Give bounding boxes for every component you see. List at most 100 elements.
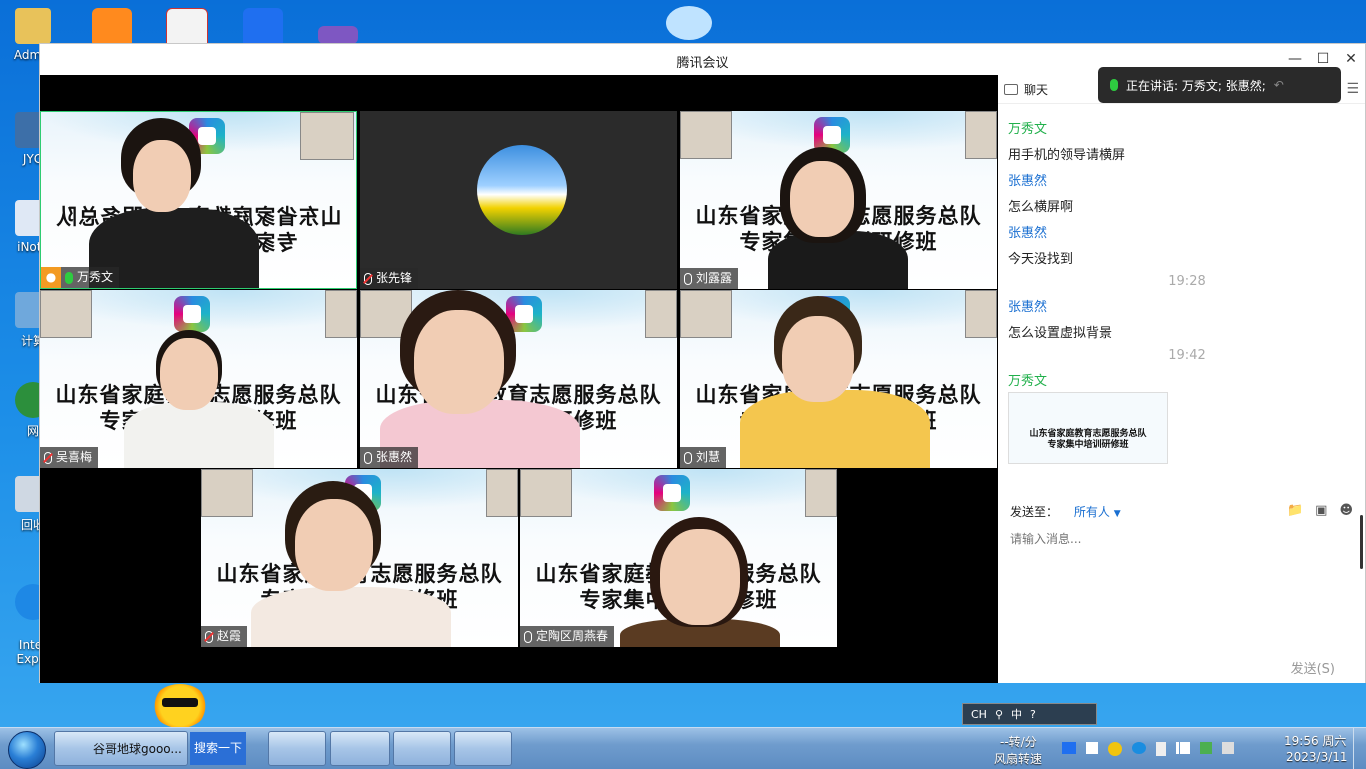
taskbar-explorer[interactable] <box>330 731 390 766</box>
taskbar-ie-window[interactable]: 谷哥地球gooo... <box>54 731 188 766</box>
person-face <box>660 529 740 625</box>
clock-time[interactable]: 19:56 周六 <box>1284 732 1346 749</box>
presenter-thumbnail <box>520 469 572 517</box>
tencent-meeting-tray-icon[interactable] <box>1062 742 1076 754</box>
person-face <box>782 316 854 402</box>
notice-icon[interactable]: ▣ <box>1315 503 1327 518</box>
mic-icon <box>524 630 532 643</box>
minimize-button[interactable]: — <box>1283 50 1307 68</box>
message-text: 怎么横屏啊 <box>1008 200 1074 215</box>
sun-sticker-icon <box>152 684 208 728</box>
taskbar-wechat[interactable] <box>268 731 326 766</box>
presenter-thumbnail <box>965 111 997 159</box>
speaking-indicator: 正在讲话: 万秀文; 张惠然; ↶ <box>1098 67 1341 103</box>
message-timestamp: 19:42 <box>1168 348 1206 363</box>
video-tile-zhang-huiran[interactable]: 山东省家庭教育志愿服务总队 专家集中培训研修班 张惠然 <box>360 290 677 468</box>
mic-muted-icon <box>364 272 372 285</box>
presenter-thumbnail <box>645 290 677 338</box>
host-badge-icon: ● <box>41 267 61 288</box>
purple-app-icon[interactable] <box>318 26 358 44</box>
send-to-selector[interactable]: 发送至： 所有人 ▼ <box>1010 503 1121 520</box>
wps-pdf-app-icon[interactable] <box>92 8 132 48</box>
close-button[interactable]: ✕ <box>1339 50 1363 68</box>
person-face <box>295 499 373 591</box>
taskbar-search-button[interactable]: 搜索一下 <box>190 732 246 765</box>
plus-circle-icon[interactable] <box>1108 742 1122 756</box>
participant-avatar <box>477 145 567 235</box>
taskbar-easicare[interactable] <box>393 731 451 766</box>
message-sender: 万秀文 <box>1008 122 1048 137</box>
tencent-meeting-window: 腾讯会议 — ☐ ✕ 山东省家庭教育志愿服务总队 专家集中培训研修班 ● 万秀文 <box>39 43 1366 683</box>
video-tile-wan-xiuwen[interactable]: 山东省家庭教育志愿服务总队 专家集中培训研修班 ● 万秀文 <box>40 111 357 289</box>
image-caption: 山东省家庭教育志愿服务总队 专家集中培训研修班 <box>1029 429 1147 450</box>
show-desktop-button[interactable] <box>1353 728 1366 769</box>
network-bird-icon[interactable] <box>1132 742 1146 754</box>
message-sender: 张惠然 <box>1008 226 1048 241</box>
participant-name-bar: 张惠然 <box>360 447 419 468</box>
participant-name-bar: 赵霞 <box>201 626 248 647</box>
presenter-thumbnail <box>300 112 354 160</box>
menu-icon[interactable]: ☰ <box>1346 81 1359 97</box>
help-icon[interactable]: ? <box>1030 708 1036 721</box>
file-icon[interactable]: 📁 <box>1287 503 1303 518</box>
presenter-thumbnail <box>325 290 357 338</box>
mic-muted-icon <box>44 451 52 464</box>
education-tv-logo-icon <box>174 296 210 332</box>
participant-name-bar: 刘露露 <box>680 268 739 289</box>
message-text: 用手机的领导请横屏 <box>1008 148 1126 163</box>
mic-active-icon <box>1110 79 1118 91</box>
flag-icon[interactable] <box>1200 742 1212 754</box>
person-face <box>790 161 854 237</box>
presenter-thumbnail <box>680 290 732 338</box>
video-tile-zhang-xianfeng[interactable]: 张先锋 <box>360 111 677 289</box>
person-body <box>251 587 451 647</box>
video-grid: 山东省家庭教育志愿服务总队 专家集中培训研修班 ● 万秀文 张先锋 山东 <box>40 75 998 683</box>
dropdown-arrow-icon: ▼ <box>1113 509 1121 519</box>
no-flag-icon[interactable] <box>1086 742 1098 754</box>
message-image[interactable]: 山东省家庭教育志愿服务总队 专家集中培训研修班 <box>1008 392 1168 464</box>
video-tile-wu-ximei[interactable]: 山东省家庭教育志愿服务总队 专家集中培训研修班 吴喜梅 <box>40 290 357 468</box>
chat-input[interactable] <box>1008 527 1352 551</box>
chat-message-list: 万秀文 用手机的领导请横屏 张惠然 怎么横屏啊 张惠然 今天没找到 19:28 … <box>998 103 1365 475</box>
education-tv-logo-icon <box>654 475 690 511</box>
message-sender: 张惠然 <box>1008 300 1048 315</box>
video-tile-liu-lulu[interactable]: 山东省家庭教育志愿服务总队 专家集中培训研修班 刘露露 <box>680 111 997 289</box>
message-text: 今天没找到 <box>1008 252 1074 267</box>
net-speed: --转/分 <box>1000 735 1037 749</box>
maximize-button[interactable]: ☐ <box>1311 50 1335 68</box>
chat-bubble-icon <box>1004 83 1018 95</box>
taskbar-tencent-meeting[interactable] <box>454 731 512 766</box>
scrollbar[interactable] <box>1360 515 1363 569</box>
mic-icon <box>684 451 692 464</box>
search-icon[interactable]: ⚲ <box>995 708 1003 721</box>
chat-panel: 聊天 ☰ 正在讲话: 万秀文; 张惠然; ↶ 万秀文 用手机的领导请横屏 张惠然… <box>998 67 1365 683</box>
video-tile-liu-hui[interactable]: 山东省家庭教育志愿服务总队 专家集中培训研修班 刘慧 <box>680 290 997 468</box>
user-icon[interactable]: ☻ <box>1339 503 1353 518</box>
send-button[interactable]: 发送(S) <box>1291 658 1335 677</box>
video-tile-zhou-yanchun[interactable]: 山东省家庭教育志愿服务总队 专家集中培训研修班 定陶区周燕春 <box>520 469 837 647</box>
mic-muted-icon <box>205 630 213 643</box>
volume-icon[interactable] <box>1222 742 1234 754</box>
signal-icon[interactable] <box>1176 742 1190 754</box>
video-tile-zhao-xia[interactable]: 山东省家庭教育志愿服务总队 专家集中培训研修班 赵霞 <box>201 469 518 647</box>
person-face <box>133 140 191 212</box>
collapse-arrow-icon[interactable]: ↶ <box>1274 78 1284 92</box>
presenter-thumbnail <box>486 469 518 517</box>
start-button[interactable] <box>8 731 46 769</box>
presenter-thumbnail <box>40 290 92 338</box>
tencent-meeting-app-icon[interactable] <box>243 8 283 48</box>
ime-toolbar[interactable]: CH ⚲ 中 ? <box>962 703 1097 725</box>
presenter-thumbnail <box>805 469 837 517</box>
person-face <box>160 338 218 410</box>
message-sender: 万秀文 <box>1008 374 1048 389</box>
presenter-thumbnail <box>965 290 997 338</box>
person-body <box>124 402 274 468</box>
qq-pet-icon[interactable] <box>666 6 712 40</box>
mic-icon <box>684 272 692 285</box>
person-face <box>414 310 504 414</box>
mic-icon <box>364 451 372 464</box>
tray-icons <box>1062 742 1234 756</box>
clock-date[interactable]: 2023/3/11 <box>1286 750 1348 764</box>
device-icon[interactable] <box>1156 742 1166 756</box>
taskbar: 谷哥地球gooo... 搜索一下 --转/分 风扇转速 19:56 周六 202… <box>0 727 1366 769</box>
